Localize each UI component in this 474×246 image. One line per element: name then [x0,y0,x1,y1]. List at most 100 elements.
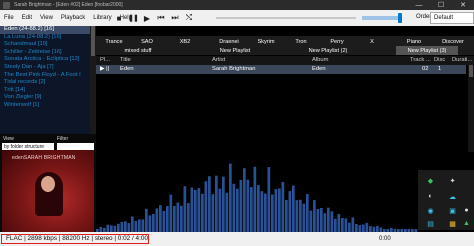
playlist-item[interactable]: Tritt [14] [0,87,90,95]
random-icon[interactable]: ⤭ [182,12,196,25]
spectrum-bar [355,224,358,232]
tab-perry[interactable]: Perry [326,37,348,46]
menu-view[interactable]: View [36,15,57,21]
spectrum-bar [159,205,162,232]
cloud-icon[interactable]: ☁ [448,192,457,201]
spectrum-bar [232,183,236,232]
spectrum-bar [348,222,351,232]
playlist-item[interactable]: Eden (24-88.2) [16] [0,26,90,34]
spectrum-bar [327,207,330,232]
menu-playback[interactable]: Playback [57,15,89,21]
table-row[interactable]: ▶ || Eden Sarah Brightman Eden 02 1 [96,65,466,74]
playlist-item[interactable]: La Luna (24-88.2) [16] [0,34,90,42]
playlist-item[interactable]: Winterwolf [1] [0,102,90,110]
column-title[interactable]: Title [120,57,131,63]
spectrum-bar [271,194,274,232]
column-artist[interactable]: Artist [212,57,225,63]
scroll-thumb[interactable] [469,65,473,77]
spectrum-bar [278,188,281,232]
spectrum-bar [117,223,120,232]
scroll-thumb[interactable] [91,26,95,56]
column-disc[interactable]: Disc [434,57,445,63]
playlist-item[interactable]: Steely Dan - Aja [7] [0,64,90,72]
tab-mixed-stuff[interactable]: mixed stuff [116,46,160,55]
window-title: Sarah Brightman - [Eden #02] Eden [fooba… [14,2,123,8]
playlist-item[interactable]: The Best Pink Floyd - A Foot I [0,72,90,80]
spectrum-bar [134,221,138,232]
next-icon[interactable]: ⏭ [168,12,182,25]
previous-icon[interactable]: ⏮ [154,12,168,25]
network-icon[interactable]: ▦ [448,219,457,228]
volume-knob[interactable] [398,13,402,23]
tab-trance[interactable]: Trance [100,37,128,46]
tab-xb2[interactable]: XB2 [176,37,194,46]
row-disc: 1 [438,66,442,72]
status-bar: FLAC | 2898 kbps | 88200 Hz | stereo | 0… [0,232,474,246]
tab-new-playlist-3[interactable]: New Playlist (3) [396,46,458,55]
column-playing[interactable]: Pl... [100,57,110,63]
spectrum-bar [295,200,299,232]
spectrum-bar [253,166,257,232]
stop-icon[interactable]: ■ [112,12,126,25]
minimize-button[interactable]: — [408,0,430,10]
spectrum-bar [190,187,194,232]
tab-new-playlist[interactable]: New Playlist [214,46,256,55]
spectrum-bar [362,224,365,232]
spectrum-bar [344,218,348,232]
spectrum-bar [306,194,309,232]
tab-tron[interactable]: Tron [292,37,310,46]
tab-sao[interactable]: SAO [136,37,158,46]
tab-x[interactable]: X [368,37,376,46]
playlist-item[interactable]: Sonata Arctica - Ecliptica [12] [0,56,90,64]
tab-skyrim[interactable]: Skyrim [253,37,279,46]
album-art-text: edenSARAH BRIGHTMAN [12,155,76,161]
column-duration[interactable]: Durati... [452,57,472,63]
camera-icon[interactable]: ● [462,206,471,215]
playback-time: 0:00 [379,236,391,242]
folder-icon[interactable]: ▤ [426,219,435,228]
spectrum-bar [148,215,152,232]
playlist-item[interactable]: Von Ziegler [9] [0,94,90,102]
playlist-item[interactable]: Schiller - Zeitreise [16] [0,49,90,57]
playlist-item[interactable]: Tidal records [2] [0,79,90,87]
spectrum-bar [365,222,369,232]
headphones-icon[interactable]: ◐ [426,192,435,201]
foobar-app-icon [3,1,10,9]
spectrum-bar [169,194,173,232]
volume-slider[interactable] [362,13,402,23]
playlist-item[interactable]: Schandmaul [19] [0,41,90,49]
menu-file[interactable]: File [0,15,18,21]
spectrum-bar [162,211,166,232]
spectrum-bar [218,188,222,232]
playlist-tabs: Trance SAO XB2 Draenei Skyrim Tron Perry… [96,36,474,55]
display-icon[interactable]: ▣ [448,206,457,215]
maximize-button[interactable]: ☐ [430,0,452,10]
spectrum-bar [222,176,225,232]
spectrum-bar [106,224,110,232]
spectrum-bar [351,217,355,232]
shield-icon[interactable]: ▲ [462,219,471,228]
playlist-scrollbar[interactable] [468,65,474,152]
close-button[interactable]: ✕ [452,0,474,10]
spectrum-bar [197,188,201,232]
column-album[interactable]: Album [312,57,328,63]
row-artist: Sarah Brightman [212,66,256,72]
wifi-icon[interactable]: ◆ [426,176,435,185]
tab-new-playlist-2[interactable]: New Playlist (2) [302,46,354,55]
speaker-icon[interactable]: ◉ [426,206,435,215]
spectrum-bar [239,179,243,232]
playlist-manager: Eden (24-88.2) [16] La Luna (24-88.2) [1… [0,26,90,134]
menu-edit[interactable]: Edit [18,15,36,21]
pause-icon[interactable]: ❚❚ [126,12,140,25]
filter-label: Filter [57,136,69,142]
tab-draenei[interactable]: Draenei [214,37,244,46]
spectrum-bar [250,187,253,232]
tab-piano[interactable]: Piano [404,37,424,46]
play-icon[interactable]: ▶ [140,12,154,25]
order-dropdown[interactable]: Default [430,12,474,24]
bluetooth-icon[interactable]: ✦ [448,176,457,185]
tab-discover[interactable]: Discover [434,37,472,46]
seek-bar[interactable] [216,17,356,19]
spectrum-bar [288,191,292,232]
column-track[interactable]: Track ... [410,57,431,63]
